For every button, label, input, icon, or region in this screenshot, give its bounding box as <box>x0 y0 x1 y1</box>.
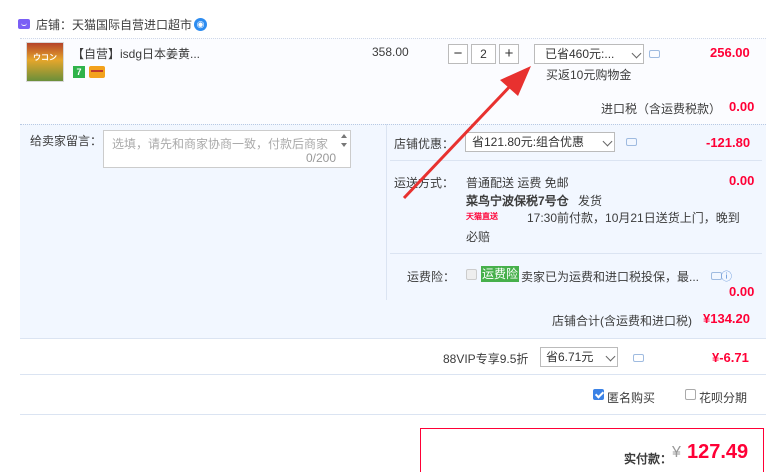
annotation-arrow-icon <box>402 66 531 200</box>
